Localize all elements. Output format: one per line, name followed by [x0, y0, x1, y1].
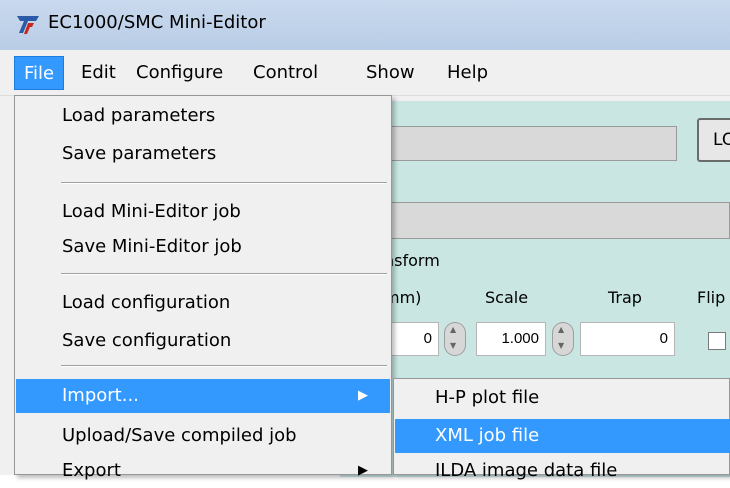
submenu-item-xml-job[interactable]: XML job file [395, 419, 730, 453]
menu-item-save-configuration[interactable]: Save configuration [16, 324, 390, 358]
menu-configure[interactable]: Configure [127, 56, 232, 90]
section-title: nsform [384, 251, 440, 270]
col-flip-label: Flip [697, 288, 726, 307]
submenu-arrow-icon: ▶ [358, 463, 368, 478]
window-title: EC1000/SMC Mini-Editor [48, 12, 266, 33]
menu-separator [61, 365, 387, 367]
offset-input[interactable]: 0 [384, 322, 439, 356]
scale-input[interactable]: 1.000 [476, 322, 546, 356]
menu-item-export[interactable]: Export ▶ [16, 454, 390, 488]
menu-item-save-parameters[interactable]: Save parameters [16, 137, 390, 171]
menu-edit[interactable]: Edit [72, 56, 125, 90]
title-bar: EC1000/SMC Mini-Editor [0, 0, 730, 50]
menu-item-load-parameters[interactable]: Load parameters [16, 99, 390, 133]
menu-item-export-label: Export [62, 460, 121, 481]
col-scale-label: Scale [485, 288, 529, 307]
col-trap-label: Trap [608, 288, 642, 307]
import-submenu: H-P plot file XML job file ILDA image da… [393, 378, 730, 481]
submenu-item-hp-plot[interactable]: H-P plot file [395, 381, 730, 415]
offset-spinner[interactable] [444, 322, 466, 356]
menu-separator [61, 273, 387, 275]
menu-bar: File Edit Configure Control Show Help [0, 50, 730, 96]
menu-control[interactable]: Control [244, 56, 327, 90]
menu-separator [61, 182, 387, 184]
menu-item-load-job[interactable]: Load Mini-Editor job [16, 195, 390, 229]
file-menu: Load parameters Save parameters Load Min… [14, 95, 392, 481]
menu-item-import-label: Import... [62, 385, 139, 406]
menu-item-save-job[interactable]: Save Mini-Editor job [16, 230, 390, 264]
flip-checkbox[interactable] [708, 332, 726, 350]
status-field [340, 202, 730, 239]
menu-item-load-configuration[interactable]: Load configuration [16, 286, 390, 320]
submenu-arrow-icon: ▶ [358, 388, 368, 403]
menu-show[interactable]: Show [357, 56, 424, 90]
menu-item-upload-compiled-job[interactable]: Upload/Save compiled job [16, 419, 390, 453]
menu-item-import[interactable]: Import... ▶ [16, 379, 390, 413]
menu-help[interactable]: Help [438, 56, 497, 90]
menu-file[interactable]: File [14, 56, 65, 90]
load-button[interactable]: LO [697, 118, 730, 162]
scale-spinner[interactable] [552, 322, 574, 356]
submenu-item-ilda-image[interactable]: ILDA image data file [395, 454, 730, 488]
trap-input[interactable]: 0 [580, 322, 675, 356]
ec-logo-icon [17, 16, 39, 34]
